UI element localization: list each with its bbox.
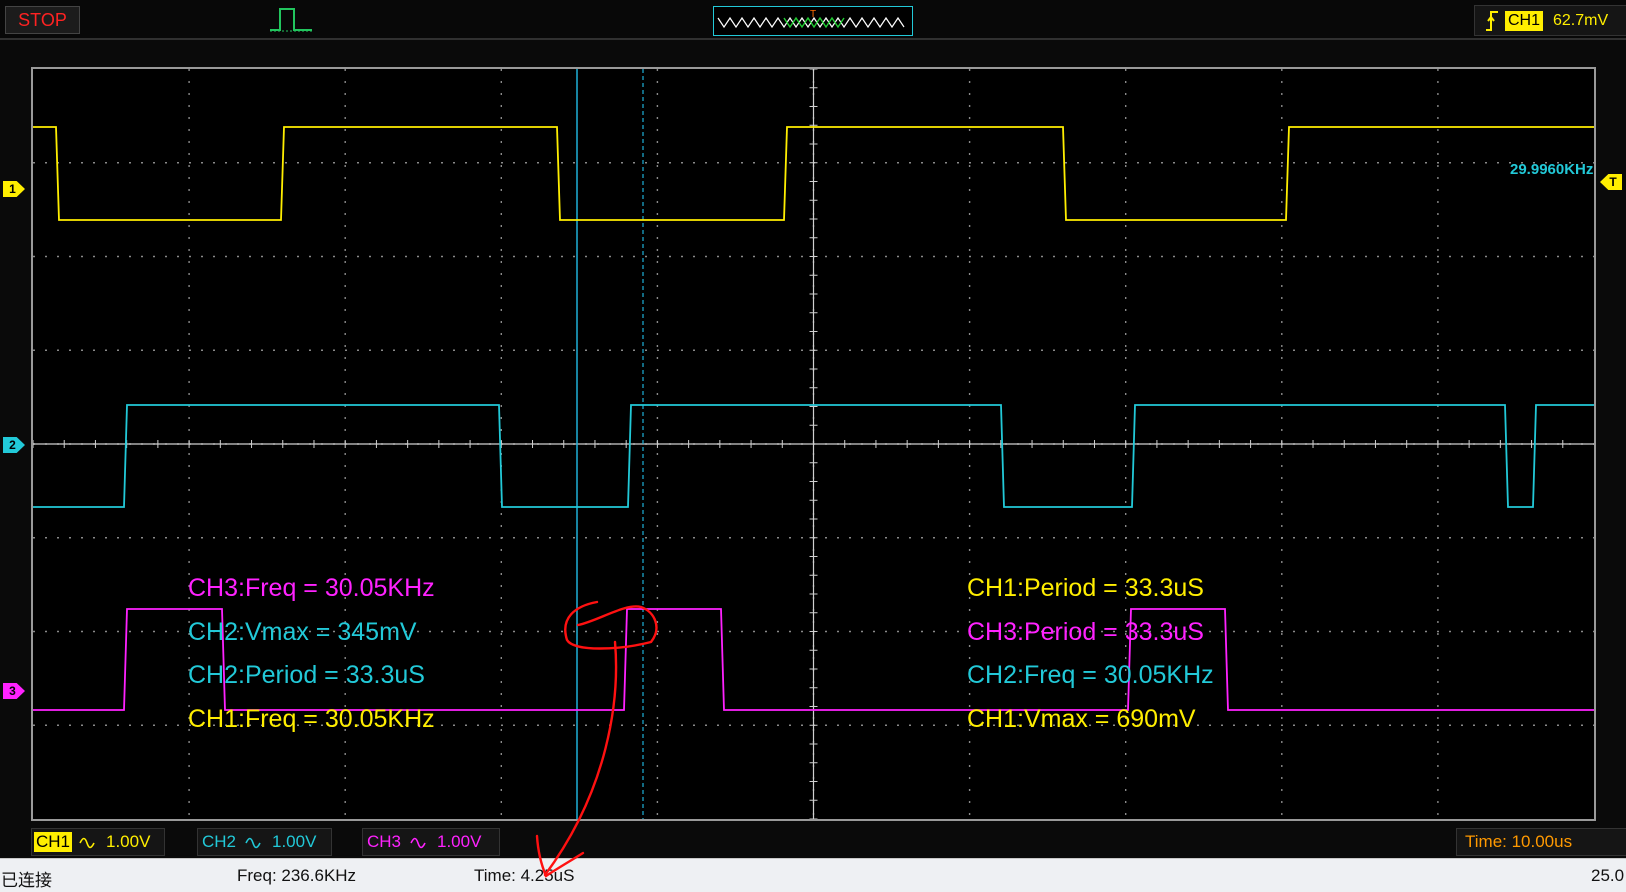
top-toolbar: STOP T CH1 62.7mV xyxy=(0,0,1626,40)
measurement-ch2-vmax: CH2:Vmax = 345mV xyxy=(188,618,417,646)
status-bar: 已连接 Freq: 236.6KHz Time: 4.25uS 25.0 xyxy=(0,858,1626,892)
ch2-settings[interactable]: CH2 1.00V xyxy=(197,828,332,856)
status-right-value: 25.0 xyxy=(1591,866,1625,885)
trigger-channel-badge: CH1 xyxy=(1505,11,1544,31)
rising-edge-icon xyxy=(1486,11,1498,31)
frequency-counter-readout: 29.9960KHz xyxy=(1510,161,1594,178)
ch1-label: CH1 xyxy=(34,832,73,852)
ch1-offset-marker[interactable]: 1 xyxy=(3,181,25,197)
trigger-position-marker: T xyxy=(810,9,816,20)
timebase-setting[interactable]: Time: 10.00us xyxy=(1456,828,1626,856)
ac-coupling-icon xyxy=(410,837,426,849)
ch3-label: CH3 xyxy=(367,832,402,851)
trigger-level-value: 62.7mV xyxy=(1553,12,1609,29)
measurement-ch1-vmax: CH1:Vmax = 690mV xyxy=(967,705,1196,733)
measurement-ch2-period: CH2:Period = 33.3uS xyxy=(188,661,425,689)
trigger-level-marker[interactable]: T xyxy=(1600,174,1622,190)
ch2-label: CH2 xyxy=(202,832,237,851)
measurement-ch2-freq: CH2:Freq = 30.05KHz xyxy=(967,661,1214,689)
ch1-settings[interactable]: CH1 1.00V xyxy=(31,828,165,856)
status-freq: Freq: 236.6KHz xyxy=(237,866,357,885)
ch3-settings[interactable]: CH3 1.00V xyxy=(362,828,500,856)
ac-coupling-icon xyxy=(79,837,95,849)
ac-coupling-icon xyxy=(245,837,261,849)
status-time: Time: 4.25uS xyxy=(474,866,575,885)
measurement-ch1-period: CH1:Period = 33.3uS xyxy=(967,574,1204,602)
pulse-waveform-icon[interactable] xyxy=(268,5,316,33)
ch3-volts-per-div: 1.00V xyxy=(437,832,482,851)
ch2-volts-per-div: 1.00V xyxy=(272,832,317,851)
oscilloscope-screen[interactable]: 29.9960KHz CH3:Freq = 30.05KHz CH2:Vmax … xyxy=(31,67,1596,821)
ch3-offset-marker[interactable]: 3 xyxy=(3,683,25,699)
memory-waveform-preview: T xyxy=(717,9,905,29)
trigger-settings[interactable]: CH1 62.7mV xyxy=(1474,5,1626,36)
measurement-ch3-period: CH3:Period = 33.3uS xyxy=(967,618,1204,646)
trigger-position-bar[interactable]: T xyxy=(713,6,913,36)
connection-status: 已连接 xyxy=(1,871,52,890)
measurement-ch1-freq: CH1:Freq = 30.05KHz xyxy=(188,705,435,733)
measurement-ch3-freq: CH3:Freq = 30.05KHz xyxy=(188,574,435,602)
run-stop-button[interactable]: STOP xyxy=(5,6,80,34)
channel-settings-bar: CH1 1.00V CH2 1.00V CH3 1.00V Time: 10.0… xyxy=(0,823,1626,856)
ch1-volts-per-div: 1.00V xyxy=(106,832,151,851)
ch2-offset-marker[interactable]: 2 xyxy=(3,437,25,453)
